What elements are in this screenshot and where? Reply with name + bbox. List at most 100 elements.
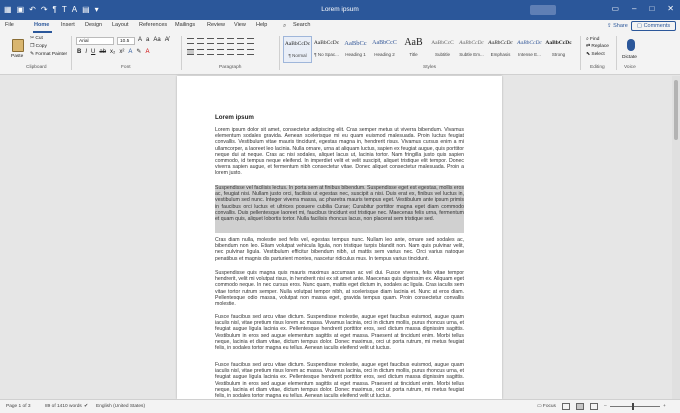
styles-group-label: Styles — [423, 65, 437, 70]
search-input[interactable]: Search — [293, 22, 310, 28]
font-size-controls: A a Aa A̸ — [138, 36, 169, 44]
body-paragraph[interactable]: Lorem ipsum dolor sit amet, consectetur … — [215, 127, 464, 182]
title-bar: ▦ ▣ ↶ ↷ ¶ T A ▤ ▾ Lorem ipsum ▭ – □ ✕ — [0, 0, 680, 20]
body-paragraph[interactable]: Suspendisse quis magna quis mauris maxim… — [215, 270, 464, 312]
zoom-slider[interactable] — [610, 406, 660, 407]
paste-button-label[interactable]: Paste — [11, 54, 23, 59]
justify-icon[interactable] — [217, 49, 224, 55]
cursor-icon: ⬉ — [586, 52, 591, 57]
style-tile[interactable]: AaBbCc Heading 1 — [341, 36, 370, 63]
style-tile[interactable]: AaB Title — [399, 36, 428, 63]
tab-layout[interactable]: Layout — [112, 22, 129, 28]
style-name: Emphasis — [490, 52, 511, 57]
document-heading[interactable]: Lorem ipsum — [215, 114, 254, 121]
find-button[interactable]: ⌕ Find — [586, 36, 599, 42]
sort-icon[interactable] — [237, 38, 244, 44]
decrease-indent-icon[interactable] — [217, 38, 224, 44]
paste-icon[interactable] — [12, 39, 24, 52]
scrollbar-thumb[interactable] — [674, 80, 678, 140]
copy-button[interactable]: ❐ Copy — [30, 44, 47, 49]
search-icon[interactable]: ⌕ — [283, 23, 286, 30]
body-paragraph[interactable]: Fusce faucibus sed arcu vitae dictum. Su… — [215, 362, 464, 398]
page-count[interactable]: Page 1 of 3 — [6, 404, 31, 409]
align-right-icon[interactable] — [207, 49, 214, 55]
tab-file[interactable]: File — [5, 22, 14, 28]
style-name: Heading 1 — [345, 52, 366, 57]
tab-home[interactable]: Home — [34, 22, 49, 28]
strikethrough-icon[interactable]: ab — [99, 48, 106, 56]
window-controls: ▭ – □ ✕ — [611, 4, 674, 13]
tab-design[interactable]: Design — [85, 22, 102, 28]
zoom-slider-thumb[interactable] — [632, 403, 634, 410]
style-tile[interactable]: AaBbCcDc Strong — [544, 36, 573, 63]
focus-button[interactable]: ▭ Focus — [537, 404, 556, 409]
focus-icon: ▭ — [537, 404, 542, 409]
show-marks-icon[interactable] — [247, 38, 254, 44]
close-icon[interactable]: ✕ — [667, 4, 674, 13]
shading-icon[interactable] — [237, 49, 244, 55]
style-tile[interactable]: AaBbCcDc Subtle Em... — [457, 36, 486, 63]
superscript-icon[interactable]: x² — [119, 48, 124, 56]
body-paragraph[interactable]: Cras diam nulla, molestie sed felis vel,… — [215, 237, 464, 267]
subscript-icon[interactable]: x₂ — [110, 48, 115, 56]
language-indicator[interactable]: English (United States) — [96, 404, 145, 409]
paragraph-group-label: Paragraph — [219, 65, 242, 70]
grow-font-icon[interactable]: A — [138, 36, 142, 44]
highlight-icon[interactable]: ✎ — [136, 48, 141, 56]
body-paragraph[interactable]: Fusce faucibus sed arcu vitae dictum. Su… — [215, 314, 464, 357]
font-size-select[interactable]: 10.5 — [117, 37, 135, 45]
minimize-icon[interactable]: – — [632, 4, 636, 13]
selected-paragraph[interactable]: Suspendisse vel facilisis lectus. In por… — [215, 185, 464, 233]
italic-icon[interactable]: I — [85, 48, 87, 56]
user-account[interactable] — [530, 5, 556, 15]
ribbon-display-icon[interactable]: ▭ — [611, 4, 619, 13]
tab-mailings[interactable]: Mailings — [175, 22, 195, 28]
line-spacing-icon[interactable] — [227, 49, 234, 55]
select-button[interactable]: ⬉ Select — [586, 52, 605, 57]
bold-icon[interactable]: B — [77, 48, 81, 56]
maximize-icon[interactable]: □ — [649, 4, 654, 13]
style-tile[interactable]: AaBbCcDc ¶ No Spac... — [312, 36, 341, 63]
align-center-icon[interactable] — [197, 49, 204, 55]
zoom-out-icon[interactable]: – — [604, 404, 607, 409]
replace-button[interactable]: ⇄ Replace — [586, 44, 609, 49]
microphone-icon[interactable] — [627, 39, 635, 51]
web-layout-icon[interactable] — [590, 403, 598, 410]
tab-references[interactable]: References — [139, 22, 167, 28]
style-name: Heading 2 — [374, 52, 395, 57]
numbering-icon[interactable] — [197, 38, 204, 44]
clear-format-icon[interactable]: A̸ — [165, 36, 169, 44]
text-effects-icon[interactable]: A — [128, 48, 132, 56]
find-label: Find — [590, 37, 600, 42]
increase-indent-icon[interactable] — [227, 38, 234, 44]
align-left-icon[interactable] — [187, 49, 194, 55]
font-name-select[interactable]: Arial — [76, 37, 114, 45]
cut-button[interactable]: ✂ Cut — [30, 36, 43, 41]
share-button[interactable]: ⇪ Share — [604, 21, 631, 31]
word-count[interactable]: 89 of 1410 words — [45, 404, 82, 409]
multilevel-list-icon[interactable] — [207, 38, 214, 44]
comments-button[interactable]: ▢ Comments — [631, 21, 676, 31]
tab-insert[interactable]: Insert — [61, 22, 75, 28]
dictate-button-label[interactable]: Dictate — [622, 55, 637, 60]
tab-view[interactable]: View — [234, 22, 246, 28]
shrink-font-icon[interactable]: a — [146, 36, 149, 44]
format-painter-button[interactable]: ✎ Format Painter — [30, 52, 67, 57]
copy-label: Copy — [35, 44, 47, 49]
bullets-icon[interactable] — [187, 38, 194, 44]
style-tile[interactable]: AaBbCcDc Emphasis — [486, 36, 515, 63]
style-tile[interactable]: AaBbCcC Heading 2 — [370, 36, 399, 63]
underline-icon[interactable]: U — [91, 48, 95, 56]
read-mode-icon[interactable] — [562, 403, 570, 410]
style-tile[interactable]: AaBbCcDc ¶ Normal — [283, 36, 312, 63]
style-tile[interactable]: AaBbCcC Subtitle — [428, 36, 457, 63]
tab-help[interactable]: Help — [256, 22, 267, 28]
borders-icon[interactable] — [247, 49, 254, 55]
font-color-icon[interactable]: A — [145, 48, 149, 56]
tab-review[interactable]: Review — [207, 22, 225, 28]
change-case-icon[interactable]: Aa — [153, 36, 160, 44]
print-layout-icon[interactable] — [576, 403, 584, 410]
proofing-icon[interactable]: ✔ — [84, 404, 88, 409]
zoom-in-icon[interactable]: + — [663, 404, 666, 409]
style-tile[interactable]: AaBbCcDc Intense E... — [515, 36, 544, 63]
